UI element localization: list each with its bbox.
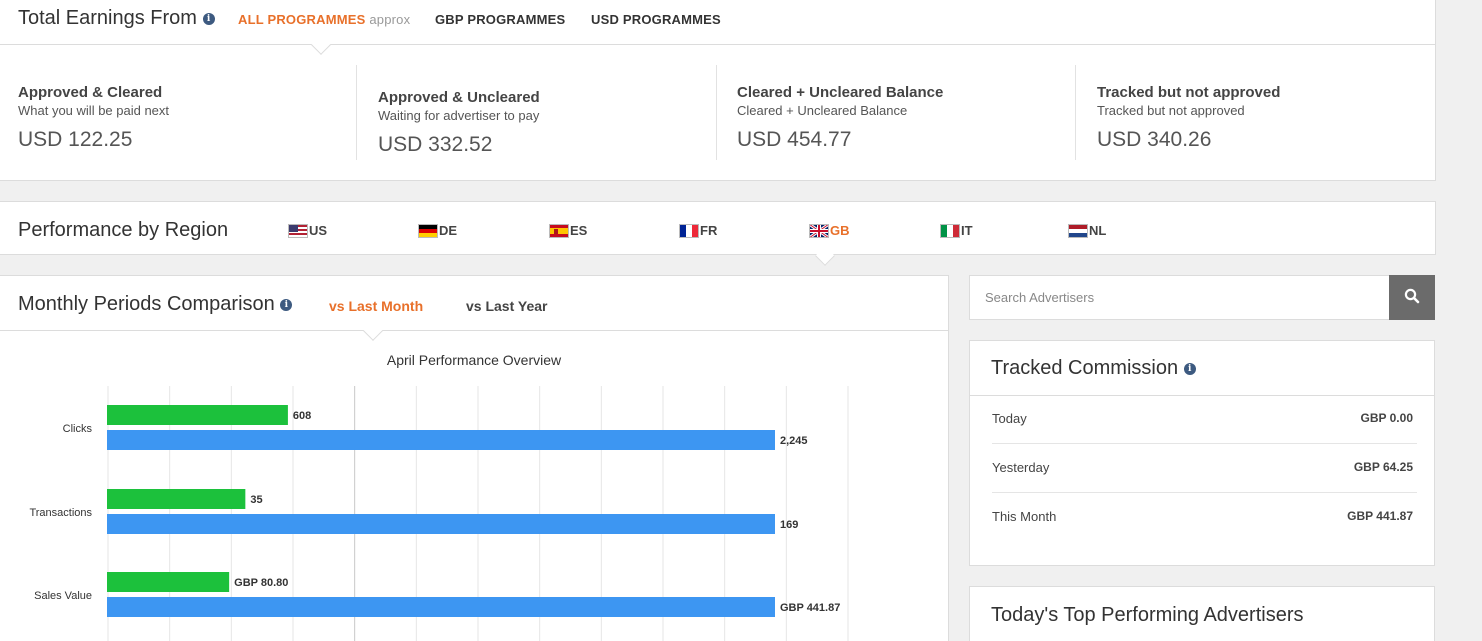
search-input[interactable]	[969, 275, 1390, 320]
tracked-commission-panel: Tracked Commission i Today GBP 0.00 Yest…	[969, 340, 1435, 566]
chart-title: April Performance Overview	[387, 352, 562, 368]
top-advertisers-title: Today's Top Performing Advertisers	[991, 604, 1304, 626]
chart-bars: 608 2,245 35 169 GBP 80.80 GBP 441.87	[107, 405, 840, 617]
monthly-comparison-panel: Monthly Periods Comparison i vs Last Mon…	[0, 275, 949, 641]
search-icon	[1404, 288, 1420, 304]
chart-bar	[107, 572, 230, 592]
tab-gbp-programmes[interactable]: GBP PROGRAMMES	[435, 12, 565, 27]
monthly-header: Monthly Periods Comparison i vs Last Mon…	[0, 276, 948, 331]
stat-cleared-uncleared-balance: Cleared + Uncleared Balance Cleared + Un…	[716, 65, 1076, 160]
de-flag-icon	[418, 223, 438, 238]
monthly-title: Monthly Periods Comparison i	[18, 293, 293, 316]
tab-vs-last-year[interactable]: vs Last Year	[466, 298, 547, 314]
chart-bar	[107, 514, 775, 534]
region-tab-es[interactable]: ES	[549, 223, 587, 238]
search-button[interactable]	[1389, 275, 1435, 320]
region-tab-fr[interactable]: FR	[679, 223, 717, 238]
region-tab-it[interactable]: IT	[940, 223, 973, 238]
tracked-row-yesterday: Yesterday GBP 64.25	[992, 444, 1417, 493]
category-label: Clicks	[63, 423, 93, 435]
info-icon[interactable]: i	[202, 13, 215, 25]
performance-chart: April Performance Overview 608 2,245 35 169…	[29, 352, 849, 641]
region-tab-us[interactable]: US	[288, 223, 327, 238]
nl-flag-icon	[1068, 223, 1088, 238]
advertiser-search	[969, 275, 1435, 320]
bar-value-label: 169	[780, 519, 798, 531]
chart-bar	[107, 430, 775, 450]
tracked-row-today: Today GBP 0.00	[992, 395, 1417, 444]
region-tab-nl[interactable]: NL	[1068, 223, 1106, 238]
stat-approved-cleared: Approved & Cleared What you will be paid…	[18, 84, 170, 151]
chart-bar	[107, 489, 246, 509]
gb-flag-icon	[809, 223, 829, 238]
stat-approved-uncleared: Approved & Uncleared Waiting for adverti…	[356, 65, 716, 160]
info-icon[interactable]: i	[1183, 363, 1196, 375]
us-flag-icon	[288, 223, 308, 238]
es-flag-icon	[549, 223, 569, 238]
bar-value-label: 35	[250, 494, 262, 506]
region-tab-gb[interactable]: GB	[809, 223, 850, 238]
chart-category-labels: Clicks Transactions Sales Value	[29, 423, 92, 602]
earnings-title: Total Earnings From i	[18, 7, 215, 30]
it-flag-icon	[940, 223, 960, 238]
fr-flag-icon	[679, 223, 699, 238]
earnings-header: Total Earnings From i ALL PROGRAMMES app…	[0, 0, 1435, 45]
total-earnings-panel: Total Earnings From i ALL PROGRAMMES app…	[0, 0, 1436, 181]
tab-vs-last-month[interactable]: vs Last Month	[329, 298, 423, 314]
region-tab-de[interactable]: DE	[418, 223, 457, 238]
tab-usd-programmes[interactable]: USD PROGRAMMES	[591, 12, 721, 27]
tracked-row-this-month: This Month GBP 441.87	[992, 509, 1413, 524]
category-label: Transactions	[29, 507, 92, 519]
info-icon[interactable]: i	[280, 299, 293, 311]
tracked-header: Tracked Commission i	[970, 341, 1434, 396]
stat-tracked-not-approved: Tracked but not approved Tracked but not…	[1075, 65, 1435, 160]
chart-bar	[107, 405, 288, 425]
category-label: Sales Value	[34, 590, 92, 602]
region-title: Performance by Region	[18, 219, 229, 241]
bar-value-label: GBP 80.80	[234, 577, 288, 589]
tracked-title: Tracked Commission i	[991, 357, 1196, 380]
active-region-indicator	[815, 246, 835, 266]
bar-value-label: 608	[293, 410, 311, 422]
bar-value-label: GBP 441.87	[780, 602, 840, 614]
bar-value-label: 2,245	[780, 435, 808, 447]
tab-all-programmes[interactable]: ALL PROGRAMMES approx	[238, 12, 410, 27]
chart-bar	[107, 597, 775, 617]
performance-by-region-panel: Performance by Region US DE ES FR GB IT …	[0, 201, 1436, 266]
top-advertisers-panel: Today's Top Performing Advertisers	[969, 586, 1435, 641]
